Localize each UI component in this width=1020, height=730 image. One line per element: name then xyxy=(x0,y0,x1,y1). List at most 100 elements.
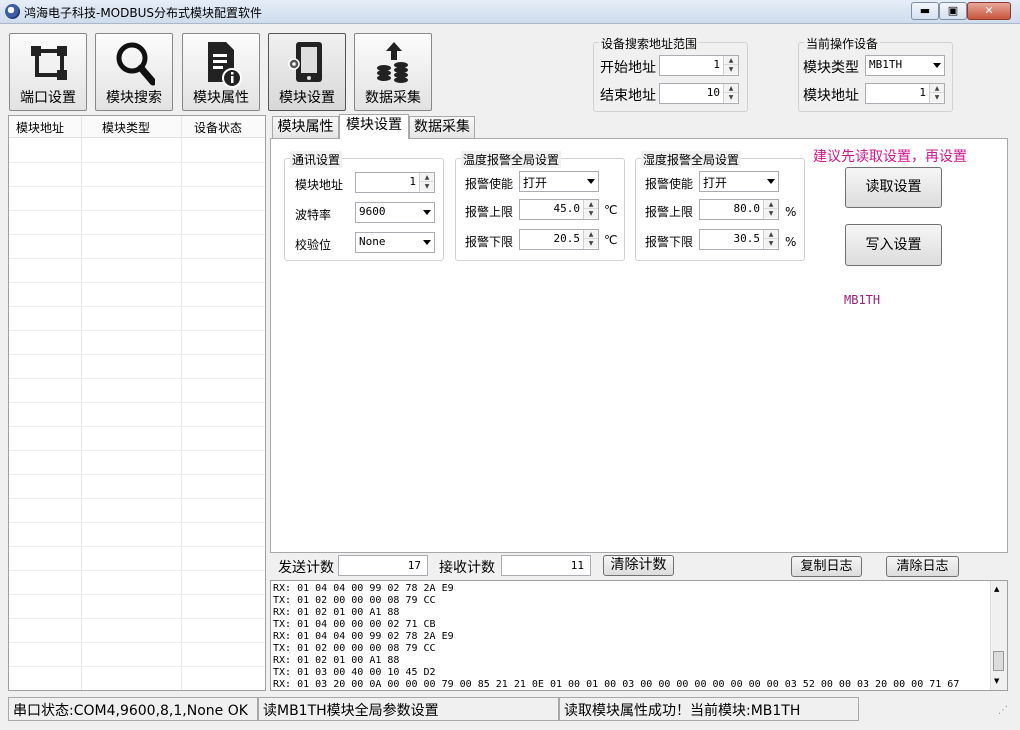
temp-lower-unit: ℃ xyxy=(604,233,618,247)
start-address-label: 开始地址 xyxy=(600,60,656,76)
grid-line xyxy=(9,162,265,163)
grid-line xyxy=(181,116,182,690)
device-list-header: 模块地址 模块类型 设备状态 xyxy=(9,116,265,138)
scroll-down-icon[interactable]: ▼ xyxy=(994,677,999,685)
module-type-select[interactable]: MB1TH xyxy=(865,55,945,76)
settings-hint: 建议先读取设置，再设置 xyxy=(813,149,967,165)
spin-arrows[interactable]: ▲ ▼ xyxy=(419,173,434,192)
current-device-title: 当前操作设备 xyxy=(804,35,881,52)
maximize-button[interactable]: ▣ xyxy=(939,2,967,20)
temp-upper-spinbox[interactable]: 45.0 ▲ ▼ xyxy=(519,199,599,220)
chevron-down-icon xyxy=(423,240,431,245)
module-properties-button[interactable]: 模块属性 xyxy=(182,33,260,111)
window-title: 鸿海电子科技-MODBUS分布式模块配置软件 xyxy=(24,6,263,20)
parity-select[interactable]: None xyxy=(355,232,435,253)
log-scrollbar[interactable]: ▲ ▼ xyxy=(990,581,1007,690)
grid-line xyxy=(9,306,265,307)
humidity-upper-value: 80.0 xyxy=(733,202,761,215)
temp-enable-select[interactable]: 打开 xyxy=(519,171,599,192)
device-settings-icon xyxy=(288,42,322,82)
end-address-spinbox[interactable]: 10 ▲ ▼ xyxy=(659,83,739,104)
device-list[interactable]: 模块地址 模块类型 设备状态 xyxy=(8,115,266,691)
comm-address-label: 模块地址 xyxy=(295,178,344,192)
chevron-down-icon xyxy=(587,179,595,184)
spin-arrows[interactable]: ▲ ▼ xyxy=(763,200,778,219)
humidity-enable-select[interactable]: 打开 xyxy=(699,171,779,192)
data-acquisition-button[interactable]: 数据采集 xyxy=(354,33,432,111)
minimize-button[interactable]: ▬ xyxy=(911,2,939,20)
recv-count-field[interactable]: 11 xyxy=(501,555,591,576)
log-line: TX: 01 02 00 00 00 08 79 CC xyxy=(273,643,436,654)
log-line: TX: 01 02 00 00 00 08 79 CC xyxy=(273,595,436,606)
search-icon xyxy=(116,42,155,86)
temp-lower-spinbox[interactable]: 20.5 ▲ ▼ xyxy=(519,229,599,250)
clear-counts-button[interactable]: 清除计数 xyxy=(603,555,674,576)
baud-rate-label: 波特率 xyxy=(295,208,332,222)
module-settings-button[interactable]: 模块设置 xyxy=(268,33,346,111)
scroll-thumb[interactable] xyxy=(993,651,1004,671)
grid-line xyxy=(9,618,265,619)
humidity-upper-label: 报警上限 xyxy=(645,205,694,219)
data-acquisition-label: 数据采集 xyxy=(365,90,421,106)
close-button[interactable]: ✕ xyxy=(967,2,1011,20)
grid-line xyxy=(9,210,265,211)
temp-upper-label: 报警上限 xyxy=(465,205,514,219)
grid-line xyxy=(9,354,265,355)
send-count-field[interactable]: 17 xyxy=(338,555,428,576)
humidity-enable-label: 报警使能 xyxy=(645,177,694,191)
log-line: RX: 01 04 04 00 99 02 78 2A E9 xyxy=(273,631,454,642)
temp-upper-value: 45.0 xyxy=(553,202,581,215)
column-header[interactable]: 模块地址 xyxy=(16,119,64,136)
module-search-label: 模块搜索 xyxy=(106,90,162,106)
tab-module-properties[interactable]: 模块属性 xyxy=(272,116,339,138)
baud-rate-select[interactable]: 9600 xyxy=(355,202,435,223)
read-settings-button[interactable]: 读取设置 xyxy=(845,167,942,208)
communication-log[interactable]: RX: 01 04 04 00 99 02 78 2A E9 TX: 01 02… xyxy=(270,580,1008,691)
module-search-button[interactable]: 模块搜索 xyxy=(95,33,173,111)
comm-settings-title: 通讯设置 xyxy=(290,151,343,168)
grid-line xyxy=(9,594,265,595)
port-status: 串口状态:COM4,9600,8,1,None OK xyxy=(8,697,258,721)
parity-value: None xyxy=(359,235,386,248)
result-status: 读取模块属性成功！当前模块:MB1TH xyxy=(559,697,859,721)
grid-line xyxy=(9,642,265,643)
module-address-value: 1 xyxy=(919,86,926,99)
end-address-label: 结束地址 xyxy=(600,88,656,104)
resize-grip-icon[interactable]: ⋰ xyxy=(998,705,1008,716)
module-type-label: 模块类型 xyxy=(803,60,859,76)
module-properties-label: 模块属性 xyxy=(193,90,249,106)
spin-arrows[interactable]: ▲ ▼ xyxy=(763,230,778,249)
grid-line xyxy=(9,498,265,499)
comm-address-spinbox[interactable]: 1 ▲ ▼ xyxy=(355,172,435,193)
tab-module-settings[interactable]: 模块设置 xyxy=(339,114,409,139)
spin-arrows[interactable]: ▲ ▼ xyxy=(723,56,738,75)
spin-arrows[interactable]: ▲ ▼ xyxy=(583,230,598,249)
document-info-icon xyxy=(208,42,242,88)
spin-arrows[interactable]: ▲ ▼ xyxy=(929,84,944,103)
recv-count-label: 接收计数 xyxy=(439,560,495,576)
spin-arrows[interactable]: ▲ ▼ xyxy=(583,200,598,219)
baud-rate-value: 9600 xyxy=(359,205,386,218)
port-settings-button[interactable]: 端口设置 xyxy=(9,33,87,111)
start-address-spinbox[interactable]: 1 ▲ ▼ xyxy=(659,55,739,76)
module-address-spinbox[interactable]: 1 ▲ ▼ xyxy=(865,83,945,104)
spin-arrows[interactable]: ▲ ▼ xyxy=(723,84,738,103)
port-settings-label: 端口设置 xyxy=(20,90,76,106)
temp-upper-unit: ℃ xyxy=(604,203,618,217)
log-line: RX: 01 02 01 00 A1 88 xyxy=(273,607,400,618)
send-count-label: 发送计数 xyxy=(278,560,334,576)
column-header[interactable]: 设备状态 xyxy=(194,119,242,136)
copy-log-button[interactable]: 复制日志 xyxy=(791,556,862,577)
write-settings-button[interactable]: 写入设置 xyxy=(845,224,942,266)
humidity-lower-spinbox[interactable]: 30.5 ▲ ▼ xyxy=(699,229,779,250)
column-header[interactable]: 模块类型 xyxy=(102,119,150,136)
grid-line xyxy=(9,522,265,523)
grid-line xyxy=(81,116,82,690)
app-icon xyxy=(5,4,20,19)
clear-log-button[interactable]: 清除日志 xyxy=(886,556,959,577)
grid-line xyxy=(9,474,265,475)
port-icon xyxy=(31,46,67,80)
tab-data-acquisition[interactable]: 数据采集 xyxy=(409,116,475,138)
humidity-upper-spinbox[interactable]: 80.0 ▲ ▼ xyxy=(699,199,779,220)
scroll-up-icon[interactable]: ▲ xyxy=(994,585,999,593)
